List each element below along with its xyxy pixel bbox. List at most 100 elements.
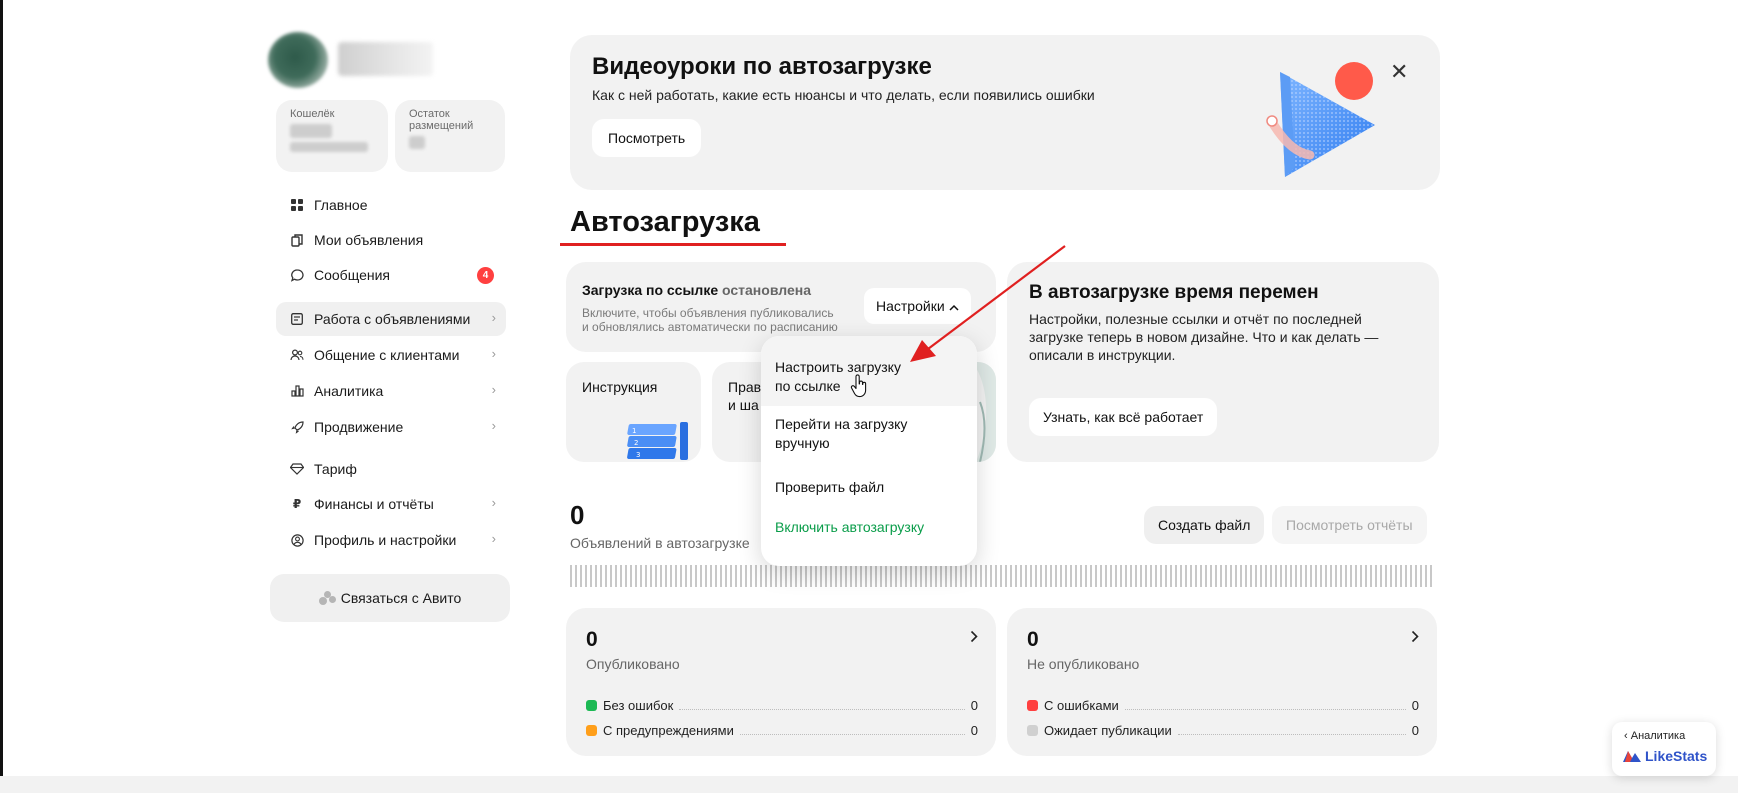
chevron-up-icon — [949, 298, 959, 314]
menu-item-check-file[interactable]: Проверить файл — [761, 478, 977, 497]
likestats-logo: LikeStats — [1622, 748, 1707, 764]
changes-text: Настройки, полезные ссылки и отчёт по по… — [1029, 310, 1389, 364]
wallet-sub-blurred — [290, 142, 368, 152]
unpublished-count: 0 — [1027, 628, 1039, 651]
settings-dropdown-button[interactable]: Настройки — [864, 288, 971, 324]
menu-item-configure-link-upload[interactable]: Настроить загрузку по ссылке — [761, 336, 977, 406]
placements-label: Остаток размещений — [409, 108, 474, 132]
stack-illustration: 1 2 3 — [627, 422, 688, 460]
no-errors-label: Без ошибок — [603, 697, 674, 713]
changes-title: В автозагрузке время перемен — [1029, 282, 1319, 303]
view-reports-button[interactable]: Посмотреть отчёты — [1272, 506, 1427, 544]
video-lessons-banner: Видеоуроки по автозагрузке Как с ней раб… — [570, 35, 1440, 190]
sidebar-item-label: Тариф — [314, 461, 357, 477]
menu-item-line: Проверить файл — [775, 479, 885, 495]
chevron-right-icon: › — [491, 495, 496, 510]
upload-title-text: Загрузка по ссылке — [582, 282, 719, 298]
menu-item-enable-autoload[interactable]: Включить автозагрузку — [761, 518, 977, 537]
no-errors-value: 0 — [970, 697, 978, 713]
menu-item-line: вручную — [775, 435, 830, 451]
sidebar-item-home[interactable]: Главное — [276, 188, 506, 222]
wallet-card[interactable]: Кошелёк — [276, 100, 388, 172]
errors-value: 0 — [1411, 697, 1419, 713]
wallet-balance-blurred — [290, 124, 332, 138]
sidebar-item-my-ads[interactable]: Мои объявления — [276, 223, 506, 257]
status-dot-red — [1027, 699, 1038, 711]
changes-text-line: описали в инструкции. — [1029, 347, 1176, 363]
chat-icon — [288, 266, 306, 284]
published-card[interactable]: 0 Опубликовано Без ошибок 0 С предупрежд… — [566, 608, 996, 756]
changes-text-line: загрузке теперь в новом дизайне. Что и к… — [1029, 329, 1379, 345]
sidebar-item-messages[interactable]: Сообщения 4 — [276, 258, 506, 292]
status-dot-green — [586, 699, 597, 711]
sidebar-item-label: Работа с объявлениями — [314, 311, 471, 327]
rules-tile-line: Прав — [728, 379, 762, 395]
sidebar-item-profile[interactable]: Профиль и настройки › — [276, 523, 506, 557]
errors-label: С ошибками — [1044, 697, 1119, 713]
sidebar-item-finance[interactable]: ₽ Финансы и отчёты › — [276, 487, 506, 521]
copy-icon — [288, 231, 306, 249]
instruction-tile[interactable]: Инструкция 1 2 3 — [566, 362, 701, 462]
likestats-back-label: Аналитика — [1630, 730, 1686, 742]
sidebar-item-label: Общение с клиентами — [314, 347, 460, 363]
sidebar-item-analytics[interactable]: Аналитика › — [276, 374, 506, 408]
chevron-left-icon: ‹ — [1624, 730, 1628, 742]
sidebar-item-clients[interactable]: Общение с клиентами › — [276, 338, 506, 372]
learn-how-button[interactable]: Узнать, как всё работает — [1029, 398, 1218, 436]
menu-item-line: Перейти на загрузку — [775, 416, 908, 432]
diamond-icon — [288, 460, 306, 478]
instruction-label: Инструкция — [582, 379, 658, 395]
warnings-row: С предупреждениями 0 — [586, 721, 978, 739]
pending-row: Ожидает публикации 0 — [1027, 721, 1419, 739]
page-footer-band — [0, 776, 1738, 793]
unpublished-label: Не опубликовано — [1027, 656, 1140, 672]
ruble-icon: ₽ — [292, 497, 302, 511]
likestats-widget[interactable]: ‹ Аналитика LikeStats — [1612, 722, 1716, 776]
sidebar-item-ads-work[interactable]: Работа с объявлениями › — [276, 302, 506, 336]
sidebar-item-promotion[interactable]: Продвижение › — [276, 410, 506, 444]
wallet-label: Кошелёк — [290, 108, 335, 120]
close-icon[interactable]: ✕ — [1390, 59, 1408, 85]
grid-icon — [288, 196, 306, 214]
users-icon — [288, 346, 306, 364]
upload-desc-line: и обновлялись автоматически по расписани… — [582, 320, 838, 334]
published-count: 0 — [586, 628, 598, 651]
watch-button[interactable]: Посмотреть — [592, 119, 702, 157]
profile-header[interactable] — [268, 32, 448, 88]
svg-text:1: 1 — [632, 427, 636, 435]
likestats-back[interactable]: ‹ Аналитика — [1624, 730, 1685, 742]
bar-chart-icon — [288, 382, 306, 400]
page-title: Автозагрузка — [570, 206, 760, 238]
sidebar-item-tariff[interactable]: Тариф — [276, 452, 506, 486]
chevron-right-icon: › — [491, 346, 496, 361]
settings-dropdown-menu: Настроить загрузку по ссылке Перейти на … — [761, 336, 977, 566]
chevron-right-icon[interactable] — [970, 630, 978, 648]
errors-row: С ошибками 0 — [1027, 696, 1419, 714]
sidebar-item-label: Финансы и отчёты — [314, 496, 434, 512]
autoload-count-value: 0 — [570, 500, 585, 530]
create-file-button[interactable]: Создать файл — [1144, 506, 1265, 544]
play-illustration — [1266, 62, 1375, 177]
changes-info-card: В автозагрузке время перемен Настройки, … — [1007, 262, 1439, 462]
sidebar-item-label: Аналитика — [314, 383, 384, 399]
svg-text:2: 2 — [634, 439, 638, 447]
contact-avito-button[interactable]: Связаться с Авито — [270, 574, 510, 622]
unpublished-card[interactable]: 0 Не опубликовано С ошибками 0 Ожидает п… — [1007, 608, 1437, 756]
placements-value-blurred — [409, 136, 425, 149]
avatar[interactable] — [268, 32, 328, 88]
warnings-value: 0 — [970, 722, 978, 738]
sidebar-item-label: Продвижение — [314, 419, 404, 435]
avito-logo-icon — [318, 591, 337, 605]
autoload-count-label: Объявлений в автозагрузке — [570, 535, 750, 551]
settings-label: Настройки — [876, 298, 945, 314]
upload-status-title: Загрузка по ссылке остановлена — [582, 282, 811, 298]
warnings-label: С предупреждениями — [603, 722, 734, 738]
hand-cursor-icon — [850, 374, 867, 398]
sidebar-item-label: Мои объявления — [314, 232, 424, 248]
chevron-right-icon: › — [491, 382, 496, 397]
chevron-right-icon[interactable] — [1411, 630, 1419, 648]
placements-card[interactable]: Остаток размещений — [395, 100, 505, 172]
menu-item-line: Настроить загрузку — [775, 359, 901, 375]
rocket-icon — [288, 418, 306, 436]
menu-item-manual-upload[interactable]: Перейти на загрузку вручную — [761, 415, 977, 453]
